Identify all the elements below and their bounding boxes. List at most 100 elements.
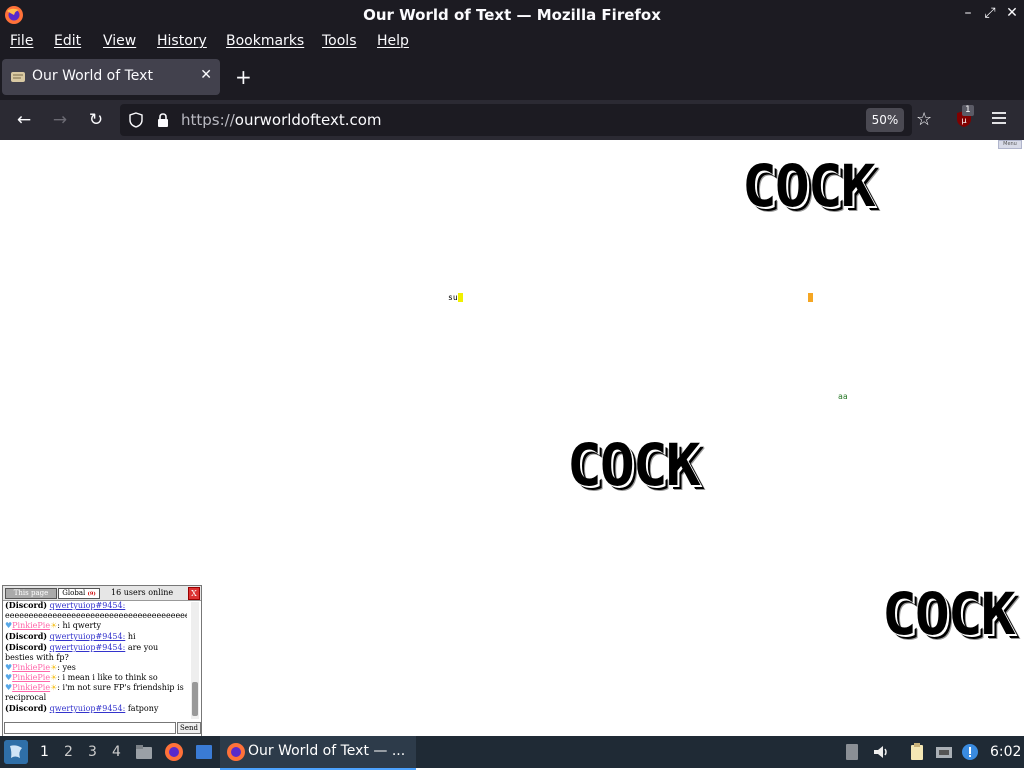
chat-tab-this-page[interactable]: This page (5, 588, 57, 599)
chat-send-button[interactable]: Send (177, 722, 201, 734)
url-host: ourworldoftext.com (234, 111, 382, 129)
new-tab-button[interactable]: + (235, 65, 252, 89)
terminal-icon[interactable] (194, 742, 214, 762)
chat-source: (Discord) (5, 600, 48, 610)
sun-icon: ☀ (50, 683, 58, 692)
chat-tabs: This page Global (9) 16 users online X (3, 586, 201, 601)
taskbar: 1 2 3 4 Our World of Text — ... 6:02 (0, 736, 1024, 770)
chat-username[interactable]: PinkiePie (12, 621, 50, 630)
chat-text: yes (59, 663, 76, 672)
chat-username[interactable]: PinkiePie (12, 673, 50, 682)
close-tab-icon[interactable]: ✕ (200, 67, 212, 83)
window-titlebar: Our World of Text — Mozilla Firefox – ⤢ … (0, 0, 1024, 30)
menubar: File Edit View History Bookmarks Tools H… (0, 30, 1024, 54)
firefox-task-icon (227, 743, 245, 761)
volume-icon[interactable] (871, 742, 891, 762)
start-menu-icon[interactable] (4, 740, 28, 764)
window-title: Our World of Text — Mozilla Firefox (363, 6, 661, 24)
app-menu-icon[interactable] (990, 110, 1008, 126)
chat-source: (Discord) (5, 631, 48, 641)
navigation-toolbar: ← → ↻ https://ourworldoftext.com 50% ☆ μ… (0, 100, 1024, 140)
zoom-level-button[interactable]: 50% (866, 108, 904, 132)
menu-view[interactable]: View (103, 33, 136, 49)
chat-scrollbar-thumb[interactable] (192, 682, 198, 716)
chat-username[interactable]: qwertyuiop#9454: (50, 704, 126, 713)
chat-message: ♥PinkiePie☀: i mean i like to think so (5, 673, 158, 682)
close-window-button[interactable]: ✕ (1004, 5, 1020, 21)
menu-edit[interactable]: Edit (54, 33, 81, 49)
chat-text: hi (125, 632, 136, 641)
chat-global-badge: (9) (87, 591, 96, 597)
chat-messages: (Discord) qwertyuiop#9454: eeeeeeeeeeeee… (4, 600, 187, 719)
canvas-text: su (448, 293, 458, 302)
tray-notification-icon[interactable] (842, 742, 862, 762)
file-manager-icon[interactable] (134, 742, 154, 762)
chat-source: (Discord) (5, 642, 48, 652)
url-text[interactable]: https://ourworldoftext.com (181, 111, 382, 129)
user-cursor (808, 293, 813, 302)
clipboard-icon[interactable] (907, 742, 927, 762)
tab-favicon-icon (11, 72, 25, 82)
user-cursor (458, 293, 463, 302)
canvas-word: COCK (882, 580, 1016, 648)
chat-username[interactable]: qwertyuiop#9454: (50, 643, 126, 652)
chat-input[interactable] (4, 722, 176, 734)
tab-our-world-of-text[interactable]: Our World of Text ✕ (2, 59, 220, 95)
chat-username[interactable]: qwertyuiop#9454: (50, 632, 126, 641)
chat-scrollbar[interactable] (191, 602, 199, 719)
taskbar-firefox-window[interactable]: Our World of Text — ... (220, 736, 416, 770)
menu-file[interactable]: File (10, 33, 33, 49)
menu-help[interactable]: Help (377, 33, 409, 49)
bookmark-star-icon[interactable]: ☆ (916, 109, 932, 130)
minimize-button[interactable]: – (960, 5, 976, 21)
tracking-protection-shield-icon[interactable] (128, 112, 144, 128)
tab-strip: Our World of Text ✕ + (0, 54, 1024, 100)
chat-username[interactable]: qwertyuiop#9454: (50, 601, 126, 610)
page-canvas[interactable]: Menu COCK COCK COCK su aa This page Glob… (0, 140, 1024, 736)
sun-icon: ☀ (50, 621, 58, 630)
chat-panel: This page Global (9) 16 users online X (… (2, 585, 202, 736)
sun-icon: ☀ (50, 673, 58, 682)
chat-tab-global[interactable]: Global (9) (58, 588, 100, 599)
chat-text: hi qwerty (59, 621, 102, 630)
workspace-3[interactable]: 3 (88, 744, 97, 760)
workspace-1[interactable]: 1 (40, 744, 49, 760)
chat-message: ♥PinkiePie☀: i'm not sure FP's friendshi… (5, 683, 184, 702)
chat-message: ♥PinkiePie☀: hi qwerty (5, 621, 102, 630)
chat-username[interactable]: PinkiePie (12, 663, 50, 672)
menu-history[interactable]: History (157, 33, 207, 49)
taskbar-window-label: Our World of Text — ... (248, 743, 406, 759)
workspace-2[interactable]: 2 (64, 744, 73, 760)
back-button[interactable]: ← (13, 110, 35, 130)
svg-text:μ: μ (961, 116, 966, 125)
lock-icon[interactable] (155, 112, 171, 128)
maximize-button[interactable]: ⤢ (982, 5, 998, 21)
url-bar[interactable]: https://ourworldoftext.com 50% ☆ (120, 104, 932, 136)
forward-button[interactable]: → (49, 110, 71, 130)
chat-message: ♥PinkiePie☀: yes (5, 663, 76, 672)
chat-source: (Discord) (5, 703, 48, 713)
menu-bookmarks[interactable]: Bookmarks (226, 33, 304, 49)
sun-icon: ☀ (50, 663, 58, 672)
chat-message: (Discord) qwertyuiop#9454: eeeeeeeeeeeee… (4, 600, 187, 621)
chat-text: fatpony (125, 704, 159, 713)
network-icon[interactable] (934, 742, 954, 762)
chat-text: i mean i like to think so (59, 673, 158, 682)
reload-button[interactable]: ↻ (85, 110, 107, 130)
chat-close-button[interactable]: X (188, 587, 200, 600)
chat-online-count: 16 users online (111, 588, 174, 597)
canvas-text: aa (838, 392, 848, 401)
clock: 6:02 (990, 744, 1022, 760)
firefox-launcher-icon[interactable] (164, 742, 184, 762)
chat-username[interactable]: PinkiePie (12, 683, 50, 692)
canvas-word: COCK (742, 152, 876, 220)
url-scheme: https:// (181, 111, 235, 129)
owot-menu-button[interactable]: Menu (998, 140, 1022, 149)
workspace-4[interactable]: 4 (112, 744, 121, 760)
menu-tools[interactable]: Tools (322, 33, 357, 49)
chat-message: (Discord) qwertyuiop#9454: hi (4, 631, 187, 642)
chat-tab-global-label: Global (62, 589, 86, 597)
chat-text: eeeeeeeeeeeeeeeeeeeeeeeeeeeeeeeeeeeeeeee… (5, 611, 187, 620)
update-alert-icon[interactable] (960, 742, 980, 762)
chat-message: (Discord) qwertyuiop#9454: fatpony (4, 703, 187, 714)
